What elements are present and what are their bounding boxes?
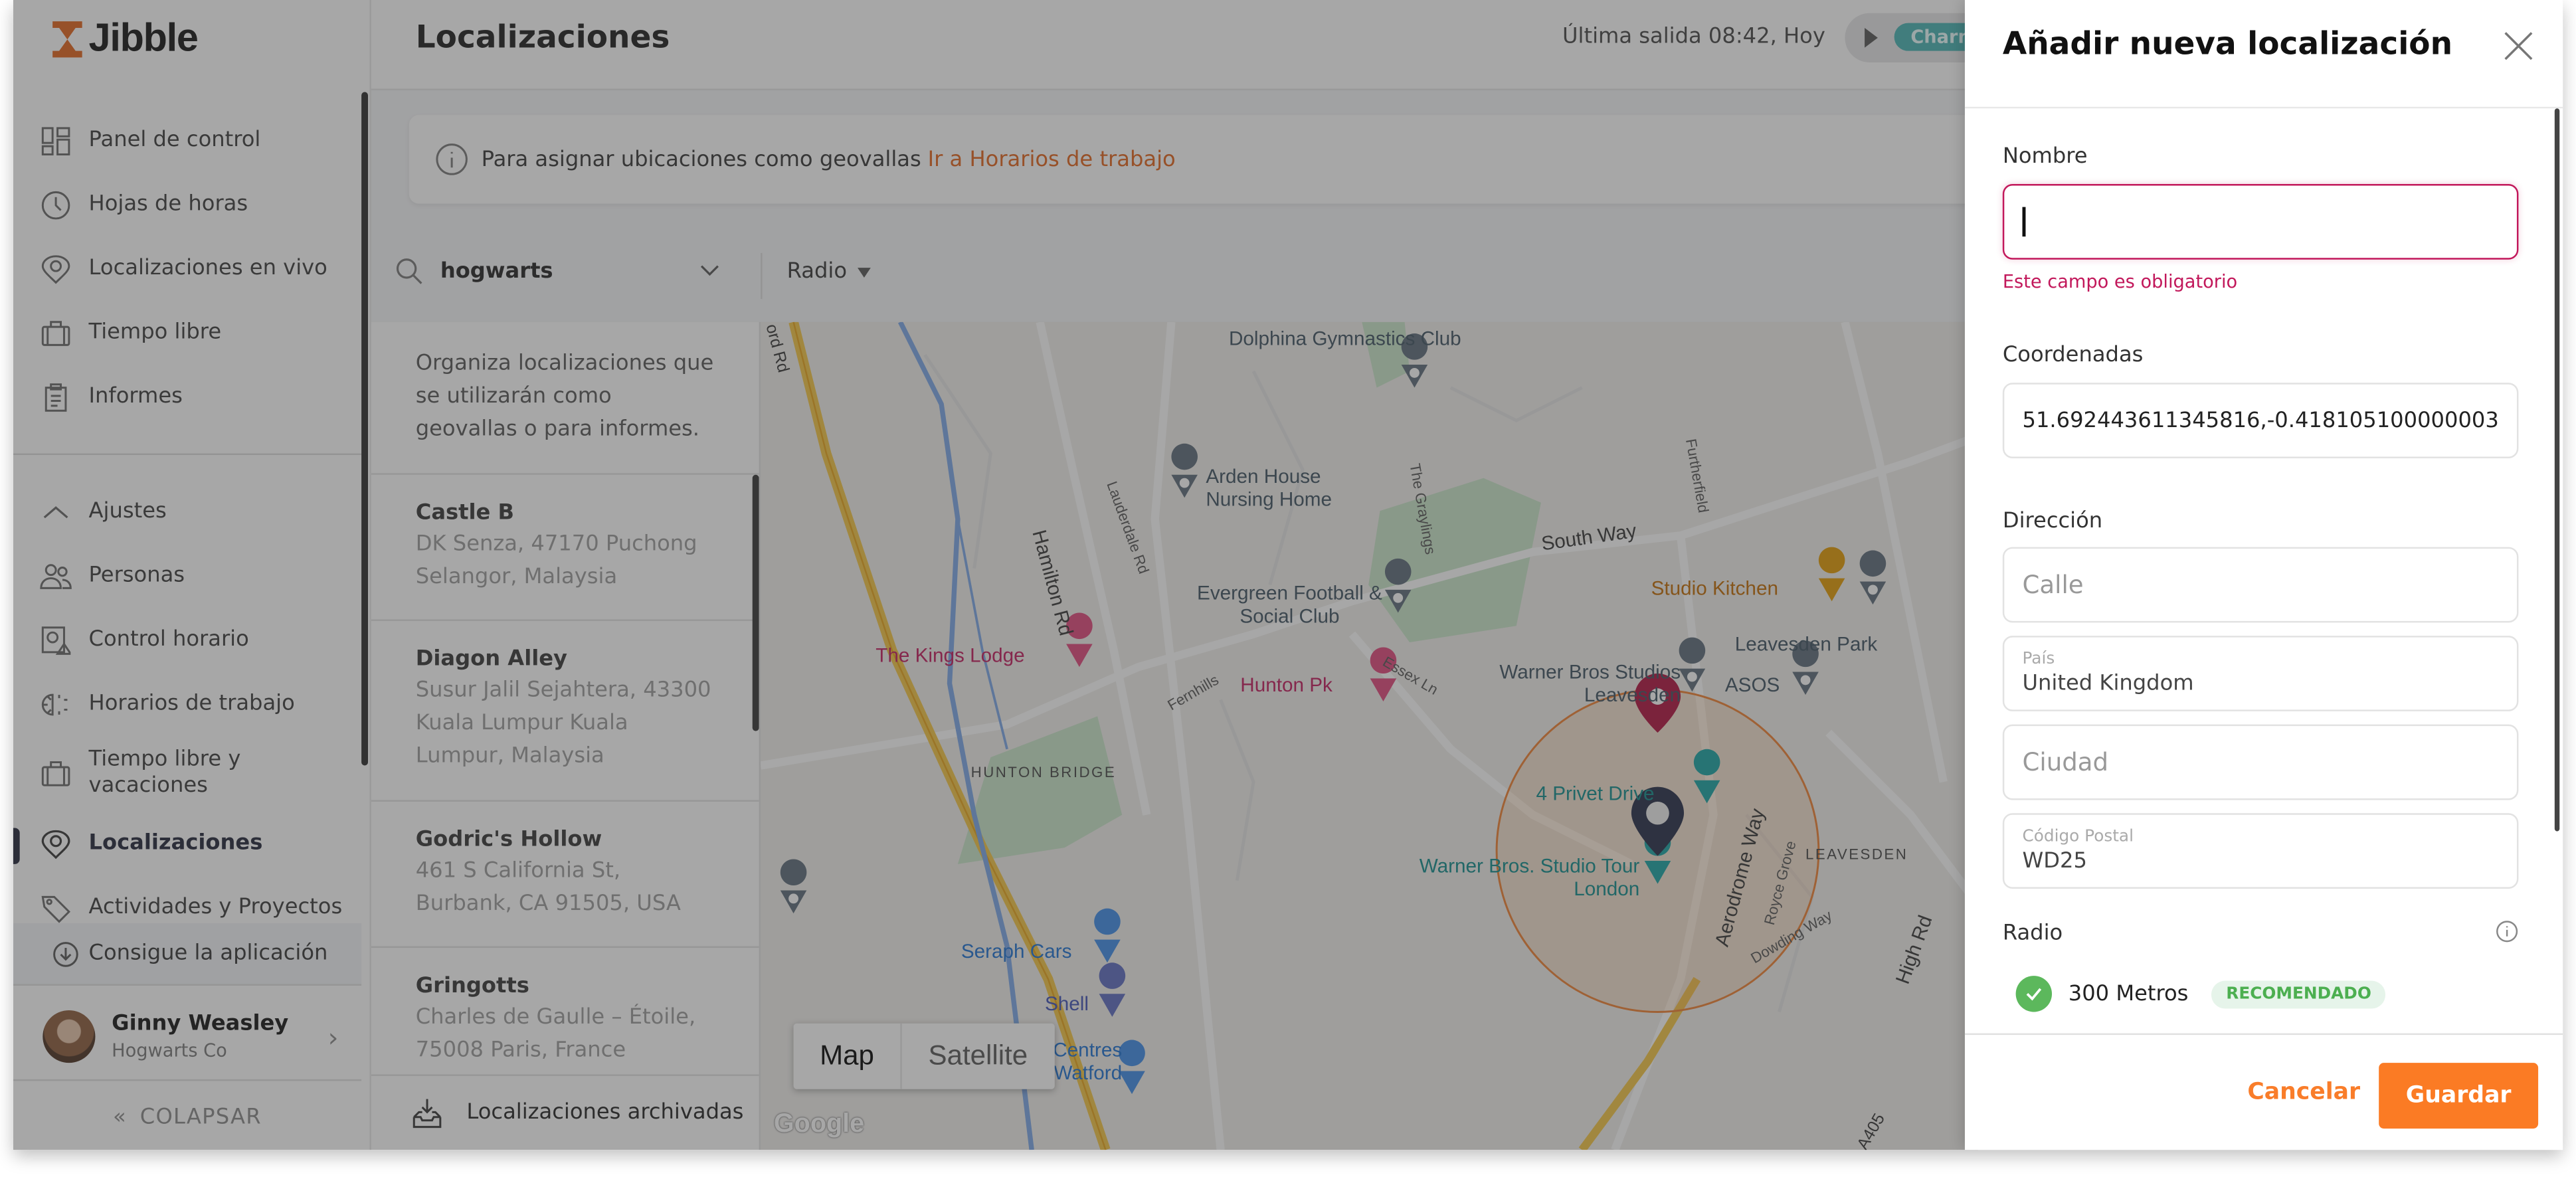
add-location-panel: Añadir nueva localización Nombre Este ca… <box>1964 0 2563 1150</box>
country-value: United Kingdom <box>2022 672 2194 697</box>
panel-header: Añadir nueva localización <box>1964 0 2563 109</box>
name-error: Este campo es obligatorio <box>2002 271 2238 293</box>
save-button[interactable]: Guardar <box>2379 1063 2539 1129</box>
radius-value: 300 Metros <box>2068 981 2189 1006</box>
info-icon[interactable] <box>2496 920 2519 943</box>
country-label: País <box>2022 650 2055 669</box>
country-select[interactable]: País United Kingdom <box>2002 636 2519 711</box>
coordinates-input[interactable]: 51.692443611345816,-0.418105100000003 <box>2002 383 2519 459</box>
name-label: Nombre <box>2002 144 2088 169</box>
city-input[interactable]: Ciudad <box>2002 724 2519 800</box>
check-icon <box>2015 976 2053 1012</box>
cancel-button[interactable]: Cancelar <box>2247 1079 2360 1106</box>
close-icon[interactable] <box>2502 30 2535 62</box>
postal-code-value: WD25 <box>2022 849 2087 874</box>
app-window: Jibble Panel de control Hojas de horas L… <box>13 0 2563 1150</box>
panel-scrollbar[interactable] <box>2554 108 2560 832</box>
name-input[interactable] <box>2002 183 2519 260</box>
address-label: Dirección <box>2002 509 2103 534</box>
panel-title: Añadir nueva localización <box>2002 26 2453 62</box>
modal-backdrop[interactable] <box>13 0 1978 1150</box>
text-cursor <box>2022 207 2025 237</box>
postal-code-label: Código Postal <box>2022 828 2134 846</box>
panel-footer: Cancelar Guardar <box>1964 1033 2563 1150</box>
coordinates-label: Coordenadas <box>2002 343 2144 368</box>
recommended-badge: RECOMENDADO <box>2211 980 2387 1008</box>
radius-label: Radio <box>2002 921 2063 947</box>
street-input[interactable]: Calle <box>2002 547 2519 623</box>
radius-section: Radio 300 Metros RECOMENDADO <box>2003 915 2519 1012</box>
radius-option[interactable]: 300 Metros RECOMENDADO <box>2015 976 2519 1012</box>
postal-code-input[interactable]: Código Postal WD25 <box>2002 813 2519 889</box>
